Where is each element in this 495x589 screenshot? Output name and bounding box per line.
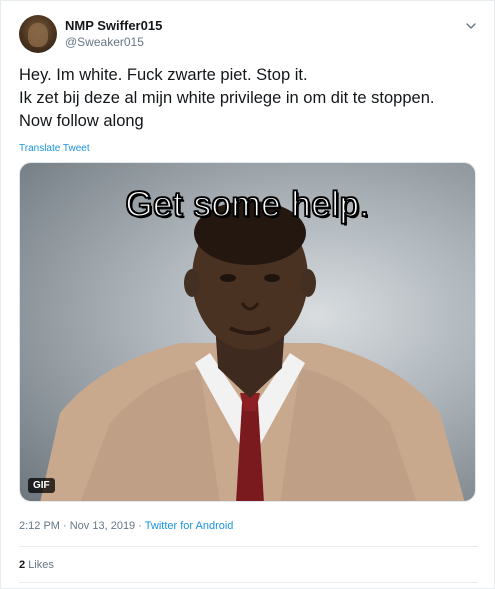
translate-tweet-link[interactable]: Translate Tweet (19, 143, 90, 154)
user-handle[interactable]: @Sweaker015 (65, 34, 162, 50)
tweet-timestamp[interactable]: 2:12 PM · Nov 13, 2019 (19, 520, 135, 532)
likes-label: Likes (28, 559, 54, 571)
tweet-header: NMP Swiffer015 @Sweaker015 (19, 15, 478, 57)
gif-caption: Get some help. (125, 184, 370, 225)
avatar[interactable] (19, 15, 57, 53)
tweet-card: NMP Swiffer015 @Sweaker015 Hey. Im white… (0, 0, 495, 589)
tweet-text: Hey. Im white. Fuck zwarte piet. Stop it… (19, 66, 435, 130)
likes-stat[interactable]: 2 Likes (19, 559, 54, 571)
divider (19, 582, 478, 583)
author-names: NMP Swiffer015 @Sweaker015 (65, 18, 162, 50)
tweet-media-gif[interactable]: Get some help. GIF (19, 162, 476, 502)
meta-separator: · (135, 520, 145, 532)
divider (19, 546, 478, 547)
chevron-down-icon[interactable] (464, 19, 478, 33)
display-name[interactable]: NMP Swiffer015 (65, 18, 162, 34)
gif-badge: GIF (28, 478, 55, 493)
tweet-source-link[interactable]: Twitter for Android (145, 520, 234, 532)
likes-count: 2 (19, 559, 26, 571)
tweet-meta: 2:12 PM · Nov 13, 2019 · Twitter for And… (19, 520, 233, 532)
